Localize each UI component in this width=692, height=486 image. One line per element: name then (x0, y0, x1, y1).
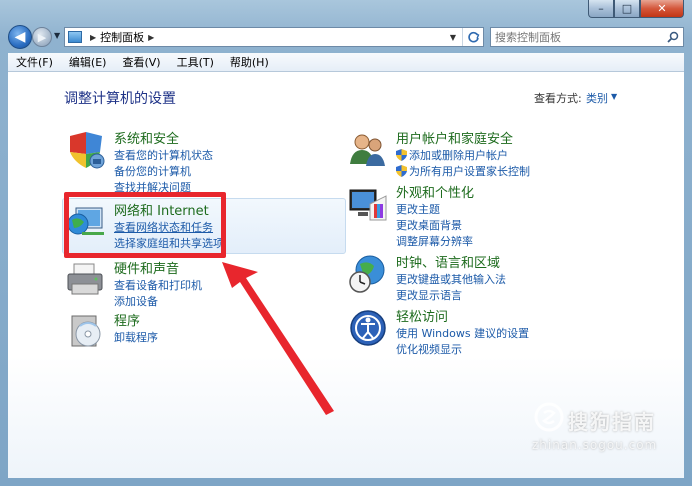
page-title: 调整计算机的设置 (64, 91, 176, 107)
search-input[interactable] (491, 30, 663, 44)
users-icon[interactable] (348, 130, 388, 170)
link-change-display-language[interactable]: 更改显示语言 (396, 287, 462, 303)
category-title[interactable]: 硬件和声音 (114, 258, 179, 277)
menu-view[interactable]: 查看(V) (114, 54, 168, 70)
navigation-bar: ◀ ▶ ▼ ▶ 控制面板 ▶ ▼ (0, 22, 692, 52)
category-title[interactable]: 时钟、语言和区域 (396, 252, 500, 271)
security-shield-icon[interactable] (66, 130, 106, 170)
menu-bar: 文件(F) 编辑(E) 查看(V) 工具(T) 帮助(H) (8, 53, 684, 72)
recent-pages-dropdown-icon[interactable]: ▼ (54, 31, 60, 40)
link-uninstall-program[interactable]: 卸载程序 (114, 329, 158, 345)
link-parental-controls[interactable]: 为所有用户设置家长控制 (396, 163, 530, 179)
search-icon[interactable] (663, 31, 683, 43)
category-title[interactable]: 外观和个性化 (396, 182, 474, 201)
link-add-device[interactable]: 添加设备 (114, 293, 158, 309)
search-box[interactable] (490, 27, 684, 47)
window-controls: – □ ✕ (588, 0, 684, 20)
category-title[interactable]: 用户帐户和家庭安全 (396, 128, 513, 147)
view-by-dropdown[interactable]: 类别 (586, 90, 608, 106)
programs-disc-icon[interactable] (66, 312, 106, 352)
close-button[interactable]: ✕ (640, 0, 684, 18)
watermark: 搜狗指南 zhinan.sogou.com (528, 396, 688, 466)
link-view-computer-status[interactable]: 查看您的计算机状态 (114, 147, 213, 163)
link-text[interactable]: 添加或删除用户帐户 (409, 149, 508, 162)
link-change-keyboard-input[interactable]: 更改键盘或其他输入法 (396, 271, 506, 287)
content-pane: 调整计算机的设置 查看方式: 类别 ▼ 系统和安全 查看您的计算机状态 备份您的… (8, 72, 684, 478)
uac-shield-icon (396, 149, 407, 161)
watermark-text: 搜狗指南 (568, 410, 656, 434)
address-dropdown-icon[interactable]: ▼ (445, 28, 461, 46)
ease-of-access-icon[interactable] (348, 308, 388, 348)
printer-icon[interactable] (66, 260, 106, 300)
annotation-highlight-box (64, 192, 226, 258)
link-backup-computer[interactable]: 备份您的计算机 (114, 163, 191, 179)
watermark-url: zhinan.sogou.com (532, 438, 658, 452)
appearance-monitor-icon[interactable] (348, 184, 388, 224)
view-by-label: 查看方式: (534, 92, 582, 105)
breadcrumb-separator-icon[interactable]: ▶ (90, 33, 96, 42)
menu-edit[interactable]: 编辑(E) (61, 54, 115, 70)
chevron-down-icon[interactable]: ▼ (611, 92, 617, 101)
sogou-logo-icon (534, 402, 564, 432)
breadcrumb-separator-icon[interactable]: ▶ (148, 33, 154, 42)
link-adjust-resolution[interactable]: 调整屏幕分辨率 (396, 233, 473, 249)
link-optimize-visual-display[interactable]: 优化视频显示 (396, 341, 462, 357)
control-panel-window: – □ ✕ ◀ ▶ ▼ ▶ 控制面板 ▶ ▼ 文件(F) 编辑(E) 查看(V)… (0, 0, 692, 486)
link-devices-printers[interactable]: 查看设备和打印机 (114, 277, 202, 293)
link-change-theme[interactable]: 更改主题 (396, 201, 440, 217)
control-panel-icon (68, 31, 82, 43)
address-bar[interactable]: ▶ 控制面板 ▶ ▼ (64, 27, 484, 47)
breadcrumb-control-panel[interactable]: 控制面板 (100, 29, 144, 45)
forward-button[interactable]: ▶ (32, 27, 52, 47)
menu-help[interactable]: 帮助(H) (222, 54, 277, 70)
menu-tools[interactable]: 工具(T) (169, 54, 222, 70)
back-button[interactable]: ◀ (8, 25, 32, 49)
link-recommended-settings[interactable]: 使用 Windows 建议的设置 (396, 325, 529, 341)
minimize-button[interactable]: – (588, 0, 614, 18)
menu-file[interactable]: 文件(F) (8, 54, 61, 70)
uac-shield-icon (396, 165, 407, 177)
link-add-remove-users[interactable]: 添加或删除用户帐户 (396, 147, 508, 163)
clock-globe-icon[interactable] (348, 254, 388, 294)
category-title[interactable]: 程序 (114, 310, 140, 329)
maximize-button[interactable]: □ (614, 0, 640, 18)
refresh-icon[interactable] (462, 28, 483, 46)
link-text[interactable]: 为所有用户设置家长控制 (409, 165, 530, 178)
link-change-desktop-background[interactable]: 更改桌面背景 (396, 217, 462, 233)
category-title[interactable]: 轻松访问 (396, 306, 448, 325)
category-title[interactable]: 系统和安全 (114, 128, 179, 147)
